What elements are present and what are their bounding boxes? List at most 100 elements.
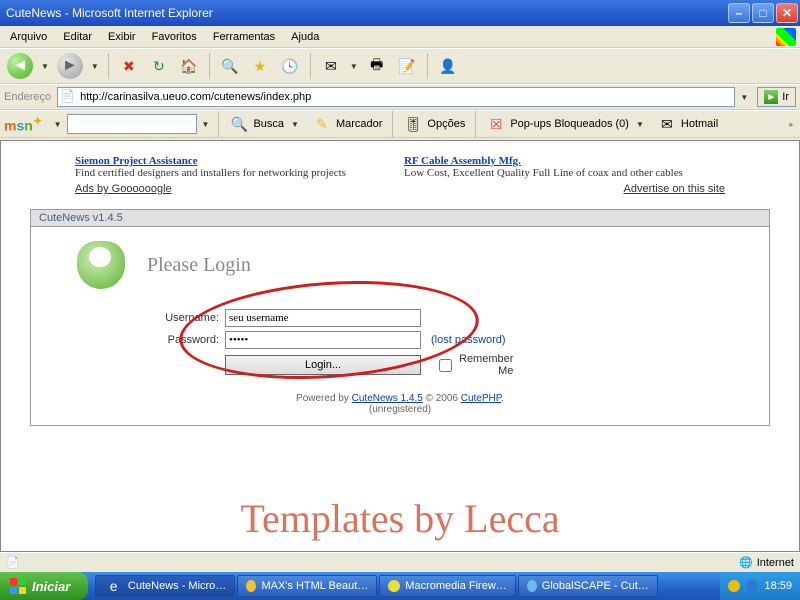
history-button[interactable]: 🕓 [276, 52, 304, 80]
panel-footer: Powered by CuteNews 1.4.5 © 2006 CutePHP… [31, 393, 769, 415]
toolbar-divider [108, 53, 109, 79]
menu-bar: Arquivo Editar Exibir Favoritos Ferramen… [0, 26, 800, 48]
start-label: Iniciar [32, 579, 70, 594]
taskbar-item-globalscape[interactable]: GlobalSCAPE - Cut… [518, 575, 658, 597]
taskbar-item-label: MAX's HTML Beaut… [261, 580, 368, 592]
app-icon [527, 580, 537, 592]
taskbar-clock: 18:59 [764, 580, 792, 592]
zone-label: Internet [757, 557, 794, 569]
login-panel: CuteNews v1.4.5 Please Login Username: P… [30, 209, 770, 426]
username-input[interactable] [225, 309, 421, 327]
remember-me-checkbox[interactable] [439, 359, 452, 372]
options-icon: 🎚 [403, 114, 423, 134]
msn-marcador-label: Marcador [336, 118, 382, 130]
cutenews-link[interactable]: CuteNews 1.4.5 [352, 393, 423, 404]
ad-right-title[interactable]: RF Cable Assembly Mfg. [404, 155, 725, 167]
ad-right[interactable]: RF Cable Assembly Mfg. Low Cost, Excelle… [404, 155, 725, 179]
toolbar-divider [392, 111, 393, 137]
toolbar-divider [310, 53, 311, 79]
password-input[interactable] [225, 331, 421, 349]
favorites-button[interactable]: ★ [246, 52, 274, 80]
menu-favoritos[interactable]: Favoritos [144, 28, 205, 46]
menu-editar[interactable]: Editar [55, 28, 100, 46]
msn-popups-label: Pop-ups Bloqueados (0) [510, 118, 629, 130]
window-titlebar: CuteNews - Microsoft Internet Explorer –… [0, 0, 800, 26]
advertise-link[interactable]: Advertise on this site [624, 183, 726, 195]
back-button[interactable]: ◄ [4, 52, 36, 80]
menu-ferramentas[interactable]: Ferramentas [205, 28, 283, 46]
search-button[interactable]: 🔍 [216, 52, 244, 80]
address-input[interactable] [57, 87, 735, 107]
status-bar: 📄 🌐 Internet [0, 552, 800, 572]
tray-icon[interactable] [728, 580, 740, 592]
taskbar-item-fireworks[interactable]: Macromedia Firew… [379, 575, 515, 597]
window-minimize-button[interactable]: – [728, 3, 750, 23]
menu-ajuda[interactable]: Ajuda [283, 28, 327, 46]
page-content: Siemon Project Assistance Find certified… [0, 140, 800, 552]
messenger-buddy-icon [77, 241, 125, 289]
username-label: Username: [147, 312, 219, 324]
msn-dropdown[interactable]: ▼ [54, 120, 62, 129]
msn-chevrons[interactable]: » [789, 120, 793, 129]
taskbar-item-label: CuteNews - Micro… [128, 580, 226, 592]
toolbar-divider [475, 111, 476, 137]
menu-exibir[interactable]: Exibir [100, 28, 144, 46]
toolbar-divider [218, 111, 219, 137]
page-icon: 📄 [60, 89, 75, 103]
mail-button[interactable]: ✉ [317, 52, 345, 80]
lost-password-link[interactable]: (lost password) [431, 334, 506, 346]
login-button[interactable]: Login... [225, 355, 421, 375]
msn-search-input[interactable] [67, 114, 197, 134]
ad-left[interactable]: Siemon Project Assistance Find certified… [75, 155, 396, 179]
start-button[interactable]: Iniciar [0, 572, 88, 600]
print-button[interactable]: 🖶 [363, 52, 391, 80]
taskbar-item-max[interactable]: MAX's HTML Beaut… [237, 575, 377, 597]
window-title: CuteNews - Microsoft Internet Explorer [6, 6, 726, 20]
edit-button[interactable]: 📝 [393, 52, 421, 80]
msn-marcador-button[interactable]: ✎Marcador [308, 112, 386, 136]
ad-left-body: Find certified designers and installers … [75, 167, 396, 179]
app-icon [246, 580, 256, 592]
mail-dropdown[interactable]: ▼ [350, 62, 358, 71]
msn-opcoes-label: Opções [427, 118, 465, 130]
navigation-toolbar: ◄ ▼ ► ▼ ✖ ↻ 🏠 🔍 ★ 🕓 ✉ ▼ 🖶 📝 👤 [0, 48, 800, 84]
system-tray[interactable]: 18:59 [720, 572, 800, 600]
window-close-button[interactable]: ✕ [776, 3, 798, 23]
address-dropdown[interactable]: ▼ [740, 93, 748, 102]
stop-button[interactable]: ✖ [115, 52, 143, 80]
ads-row: Siemon Project Assistance Find certified… [75, 155, 725, 179]
window-maximize-button[interactable]: □ [752, 3, 774, 23]
forward-dropdown[interactable]: ▼ [91, 62, 99, 71]
login-title: Please Login [147, 254, 251, 277]
ad-right-body: Low Cost, Excellent Quality Full Line of… [404, 167, 725, 179]
home-button[interactable]: 🏠 [175, 52, 203, 80]
cutephp-link[interactable]: CutePHP [461, 393, 501, 404]
msn-busca-button[interactable]: 🔍Busca▼ [225, 112, 306, 136]
back-dropdown[interactable]: ▼ [41, 62, 49, 71]
password-label: Password: [147, 334, 219, 346]
footer-unregistered: (unregistered) [369, 404, 431, 415]
remember-me[interactable]: Remember Me [435, 353, 507, 377]
panel-heading: CuteNews v1.4.5 [31, 210, 769, 227]
footer-powered: Powered by [296, 393, 352, 404]
menu-arquivo[interactable]: Arquivo [2, 28, 55, 46]
msn-hotmail-button[interactable]: ✉Hotmail [653, 112, 722, 136]
refresh-button[interactable]: ↻ [145, 52, 173, 80]
messenger-button[interactable]: 👤 [434, 52, 462, 80]
msn-hotmail-label: Hotmail [681, 118, 718, 130]
taskbar-item-cutenews[interactable]: eCuteNews - Micro… [95, 575, 235, 597]
msn-logo: msn✦ [4, 114, 43, 134]
go-button[interactable]: ► Ir [757, 87, 796, 107]
ads-by-link[interactable]: Ads by Goooooogle [75, 183, 172, 195]
windows-logo-icon [10, 578, 26, 594]
tray-icon[interactable] [746, 580, 758, 592]
forward-button[interactable]: ► [54, 52, 86, 80]
msn-search-dropdown[interactable]: ▼ [202, 120, 210, 129]
search-icon: 🔍 [229, 114, 249, 134]
ad-left-title[interactable]: Siemon Project Assistance [75, 155, 396, 167]
toolbar-divider [427, 53, 428, 79]
msn-popups-button[interactable]: ⮽Pop-ups Bloqueados (0)▼ [482, 112, 651, 136]
msn-opcoes-button[interactable]: 🎚 Opções [399, 112, 469, 136]
msn-toolbar: msn✦ ▼ ▼ 🔍Busca▼ ✎Marcador 🎚 Opções ⮽Pop-… [0, 110, 800, 138]
login-form: Username: Password: (lost password) Logi… [147, 309, 769, 377]
